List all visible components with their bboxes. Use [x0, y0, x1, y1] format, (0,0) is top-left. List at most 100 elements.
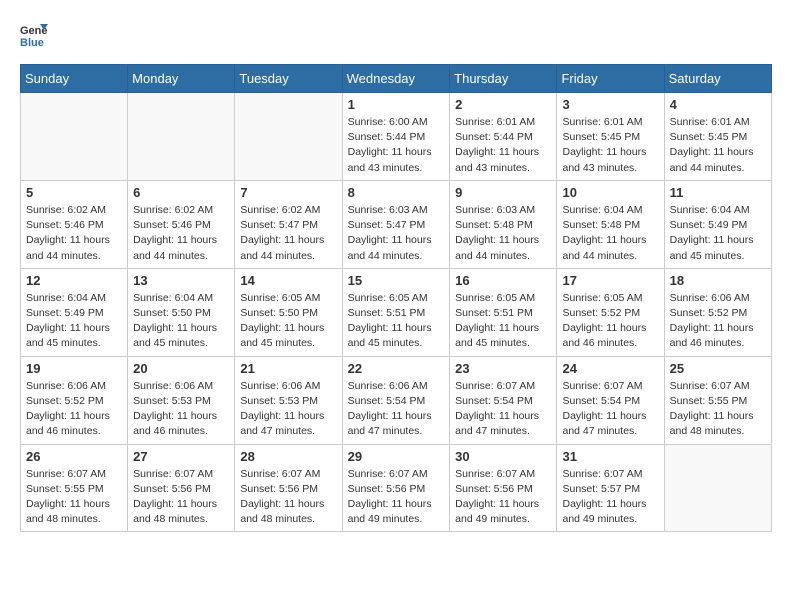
- calendar-cell: 2 Sunrise: 6:01 AM Sunset: 5:44 PM Daylig…: [450, 93, 557, 181]
- day-info: Sunrise: 6:02 AM Sunset: 5:46 PM Dayligh…: [26, 203, 122, 264]
- day-number: 12: [26, 273, 122, 288]
- weekday-header: Thursday: [450, 65, 557, 93]
- day-number: 18: [670, 273, 766, 288]
- day-info: Sunrise: 6:07 AM Sunset: 5:56 PM Dayligh…: [240, 467, 336, 528]
- calendar-cell: 7Sunrise: 6:02 AM Sunset: 5:47 PM Daylig…: [235, 180, 342, 268]
- day-number: 9: [455, 185, 551, 200]
- day-number: 24: [562, 361, 658, 376]
- day-number: 22: [348, 361, 445, 376]
- svg-text:Blue: Blue: [20, 37, 44, 48]
- day-number: 14: [240, 273, 336, 288]
- day-info: Sunrise: 6:04 AM Sunset: 5:49 PM Dayligh…: [670, 203, 766, 264]
- day-info: Sunrise: 6:04 AM Sunset: 5:49 PM Dayligh…: [26, 291, 122, 352]
- day-info: Sunrise: 6:06 AM Sunset: 5:52 PM Dayligh…: [670, 291, 766, 352]
- page-header: General Blue: [20, 20, 772, 48]
- calendar-cell: [128, 93, 235, 181]
- day-number: 25: [670, 361, 766, 376]
- calendar-cell: 20 Sunrise: 6:06 AM Sunset: 5:53 PM Dayli…: [128, 356, 235, 444]
- day-number: 5: [26, 185, 122, 200]
- calendar-cell: 30 Sunrise: 6:07 AM Sunset: 5:56 PM Dayli…: [450, 444, 557, 532]
- calendar-cell: 31 Sunrise: 6:07 AM Sunset: 5:57 PM Dayli…: [557, 444, 664, 532]
- weekday-header: Friday: [557, 65, 664, 93]
- day-info: Sunrise: 6:03 AM Sunset: 5:48 PM Dayligh…: [455, 203, 551, 264]
- calendar-cell: 22 Sunrise: 6:06 AM Sunset: 5:54 PM Dayli…: [342, 356, 450, 444]
- day-number: 28: [240, 449, 336, 464]
- calendar-cell: 25 Sunrise: 6:07 AM Sunset: 5:55 PM Dayli…: [664, 356, 771, 444]
- calendar-cell: 8Sunrise: 6:03 AM Sunset: 5:47 PM Daylig…: [342, 180, 450, 268]
- calendar-cell: 15 Sunrise: 6:05 AM Sunset: 5:51 PM Dayli…: [342, 268, 450, 356]
- day-info: Sunrise: 6:05 AM Sunset: 5:51 PM Dayligh…: [455, 291, 551, 352]
- calendar-week-row: 26 Sunrise: 6:07 AM Sunset: 5:55 PM Dayli…: [21, 444, 772, 532]
- day-number: 6: [133, 185, 229, 200]
- day-number: 3: [562, 97, 658, 112]
- calendar-cell: 1Sunrise: 6:00 AM Sunset: 5:44 PM Daylig…: [342, 93, 450, 181]
- day-info: Sunrise: 6:05 AM Sunset: 5:50 PM Dayligh…: [240, 291, 336, 352]
- day-number: 20: [133, 361, 229, 376]
- calendar-cell: 3Sunrise: 6:01 AM Sunset: 5:45 PM Daylig…: [557, 93, 664, 181]
- day-info: Sunrise: 6:07 AM Sunset: 5:56 PM Dayligh…: [455, 467, 551, 528]
- calendar-cell: 26 Sunrise: 6:07 AM Sunset: 5:55 PM Dayli…: [21, 444, 128, 532]
- calendar-cell: 16 Sunrise: 6:05 AM Sunset: 5:51 PM Dayli…: [450, 268, 557, 356]
- calendar-cell: 12 Sunrise: 6:04 AM Sunset: 5:49 PM Dayli…: [21, 268, 128, 356]
- day-info: Sunrise: 6:06 AM Sunset: 5:53 PM Dayligh…: [133, 379, 229, 440]
- calendar-cell: [664, 444, 771, 532]
- day-info: Sunrise: 6:07 AM Sunset: 5:54 PM Dayligh…: [562, 379, 658, 440]
- day-info: Sunrise: 6:07 AM Sunset: 5:54 PM Dayligh…: [455, 379, 551, 440]
- day-info: Sunrise: 6:01 AM Sunset: 5:44 PM Dayligh…: [455, 115, 551, 176]
- day-number: 16: [455, 273, 551, 288]
- day-number: 27: [133, 449, 229, 464]
- day-info: Sunrise: 6:06 AM Sunset: 5:54 PM Dayligh…: [348, 379, 445, 440]
- day-info: Sunrise: 6:07 AM Sunset: 5:57 PM Dayligh…: [562, 467, 658, 528]
- day-info: Sunrise: 6:07 AM Sunset: 5:55 PM Dayligh…: [26, 467, 122, 528]
- calendar-cell: 19 Sunrise: 6:06 AM Sunset: 5:52 PM Dayli…: [21, 356, 128, 444]
- calendar-cell: 4Sunrise: 6:01 AM Sunset: 5:45 PM Daylig…: [664, 93, 771, 181]
- day-info: Sunrise: 6:07 AM Sunset: 5:55 PM Dayligh…: [670, 379, 766, 440]
- calendar-cell: 9 Sunrise: 6:03 AM Sunset: 5:48 PM Daylig…: [450, 180, 557, 268]
- calendar-week-row: 12 Sunrise: 6:04 AM Sunset: 5:49 PM Dayli…: [21, 268, 772, 356]
- calendar-cell: [21, 93, 128, 181]
- calendar-cell: 10Sunrise: 6:04 AM Sunset: 5:48 PM Dayli…: [557, 180, 664, 268]
- calendar-cell: 14 Sunrise: 6:05 AM Sunset: 5:50 PM Dayli…: [235, 268, 342, 356]
- logo: General Blue: [20, 20, 52, 48]
- day-number: 23: [455, 361, 551, 376]
- calendar-cell: 29Sunrise: 6:07 AM Sunset: 5:56 PM Dayli…: [342, 444, 450, 532]
- day-info: Sunrise: 6:05 AM Sunset: 5:51 PM Dayligh…: [348, 291, 445, 352]
- calendar-cell: 23 Sunrise: 6:07 AM Sunset: 5:54 PM Dayli…: [450, 356, 557, 444]
- calendar-week-row: 19 Sunrise: 6:06 AM Sunset: 5:52 PM Dayli…: [21, 356, 772, 444]
- day-info: Sunrise: 6:04 AM Sunset: 5:50 PM Dayligh…: [133, 291, 229, 352]
- day-number: 15: [348, 273, 445, 288]
- day-number: 10: [562, 185, 658, 200]
- day-number: 19: [26, 361, 122, 376]
- weekday-header: Tuesday: [235, 65, 342, 93]
- calendar-cell: 21Sunrise: 6:06 AM Sunset: 5:53 PM Dayli…: [235, 356, 342, 444]
- day-number: 4: [670, 97, 766, 112]
- calendar-week-row: 1Sunrise: 6:00 AM Sunset: 5:44 PM Daylig…: [21, 93, 772, 181]
- day-info: Sunrise: 6:07 AM Sunset: 5:56 PM Dayligh…: [348, 467, 445, 528]
- day-number: 30: [455, 449, 551, 464]
- logo-icon: General Blue: [20, 20, 48, 48]
- calendar-cell: 24 Sunrise: 6:07 AM Sunset: 5:54 PM Dayli…: [557, 356, 664, 444]
- day-info: Sunrise: 6:06 AM Sunset: 5:52 PM Dayligh…: [26, 379, 122, 440]
- day-info: Sunrise: 6:00 AM Sunset: 5:44 PM Dayligh…: [348, 115, 445, 176]
- calendar-cell: 6 Sunrise: 6:02 AM Sunset: 5:46 PM Daylig…: [128, 180, 235, 268]
- calendar-week-row: 5 Sunrise: 6:02 AM Sunset: 5:46 PM Daylig…: [21, 180, 772, 268]
- day-number: 8: [348, 185, 445, 200]
- day-number: 26: [26, 449, 122, 464]
- calendar-cell: 18 Sunrise: 6:06 AM Sunset: 5:52 PM Dayli…: [664, 268, 771, 356]
- day-number: 2: [455, 97, 551, 112]
- day-number: 31: [562, 449, 658, 464]
- day-number: 7: [240, 185, 336, 200]
- calendar-cell: 28 Sunrise: 6:07 AM Sunset: 5:56 PM Dayli…: [235, 444, 342, 532]
- day-info: Sunrise: 6:07 AM Sunset: 5:56 PM Dayligh…: [133, 467, 229, 528]
- day-info: Sunrise: 6:02 AM Sunset: 5:46 PM Dayligh…: [133, 203, 229, 264]
- weekday-header-row: SundayMondayTuesdayWednesdayThursdayFrid…: [21, 65, 772, 93]
- day-number: 11: [670, 185, 766, 200]
- calendar-cell: 13 Sunrise: 6:04 AM Sunset: 5:50 PM Dayli…: [128, 268, 235, 356]
- day-number: 17: [562, 273, 658, 288]
- day-number: 13: [133, 273, 229, 288]
- calendar-cell: 5 Sunrise: 6:02 AM Sunset: 5:46 PM Daylig…: [21, 180, 128, 268]
- calendar-cell: 17Sunrise: 6:05 AM Sunset: 5:52 PM Dayli…: [557, 268, 664, 356]
- weekday-header: Wednesday: [342, 65, 450, 93]
- day-info: Sunrise: 6:06 AM Sunset: 5:53 PM Dayligh…: [240, 379, 336, 440]
- calendar-cell: 11 Sunrise: 6:04 AM Sunset: 5:49 PM Dayli…: [664, 180, 771, 268]
